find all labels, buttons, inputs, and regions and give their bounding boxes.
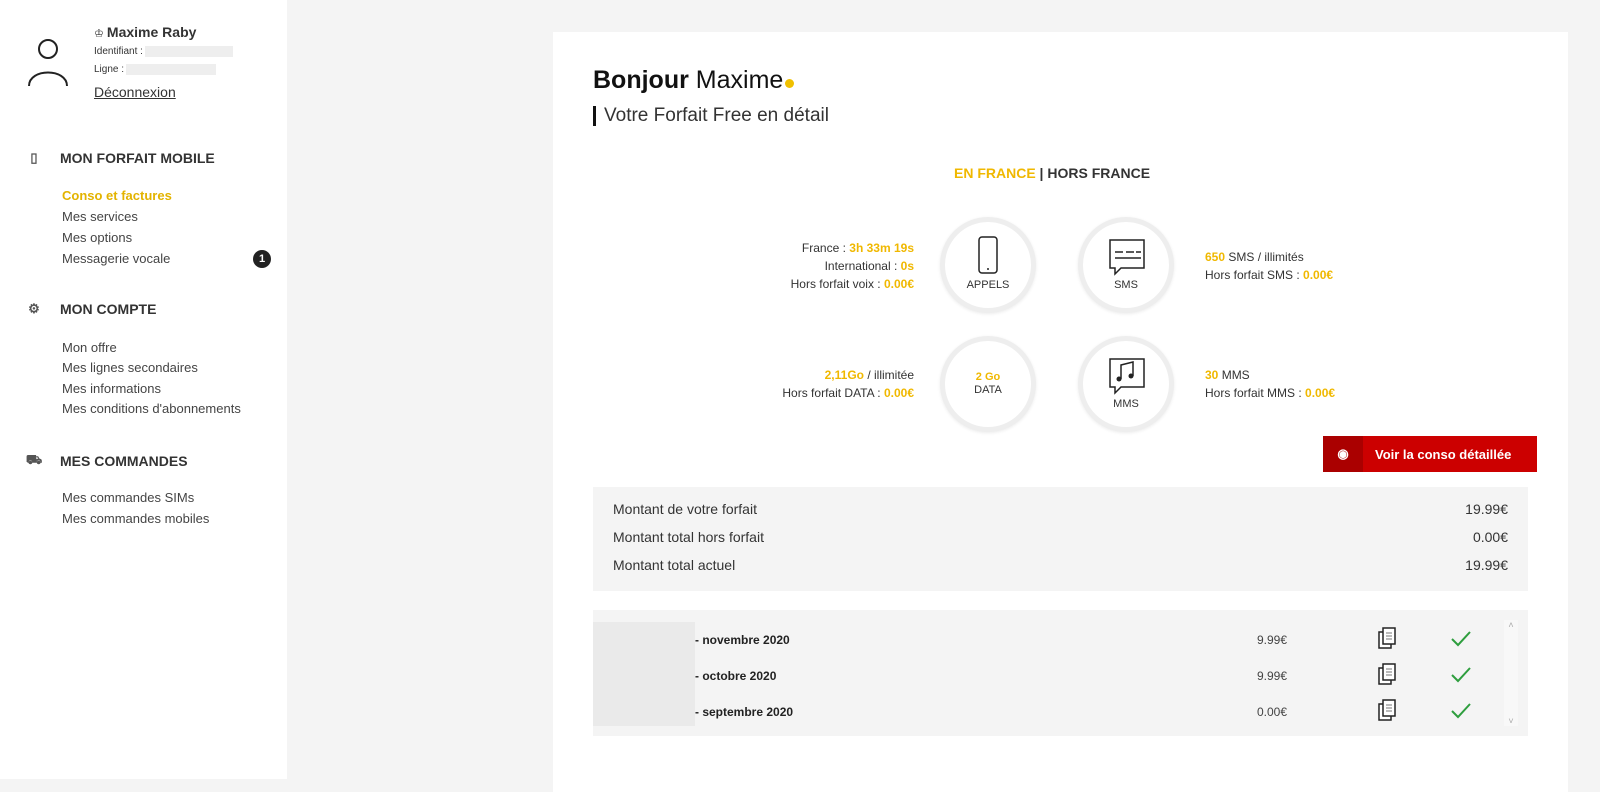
- sidebar-item-options[interactable]: Mes options: [62, 230, 132, 245]
- sidebar-item-lignes[interactable]: Mes lignes secondaires: [62, 360, 198, 375]
- totals-panel: Montant de votre forfait19.99€ Montant t…: [593, 487, 1528, 591]
- invoice-document-icon[interactable]: [1377, 627, 1397, 651]
- crown-icon: ♔: [94, 28, 107, 40]
- main-card: Bonjour Maxime Votre Forfait Free en dét…: [553, 32, 1568, 792]
- sidebar: ♔ Maxime Raby Identifiant : Ligne : Déco…: [0, 0, 287, 779]
- sidebar-item-services[interactable]: Mes services: [62, 209, 138, 224]
- calls-circle: APPELS: [940, 217, 1036, 313]
- sidebar-item-commandes-sims[interactable]: Mes commandes SIMs: [62, 490, 194, 505]
- paid-check-icon: [1449, 701, 1473, 721]
- sms-info: 650 SMS / illimités Hors forfait SMS : 0…: [1205, 248, 1333, 284]
- sidebar-item-commandes-mobiles[interactable]: Mes commandes mobiles: [62, 511, 209, 526]
- invoice-history: - novembre 20209.99€ - octobre 20209.99€…: [593, 610, 1528, 736]
- sidebar-item-conso-factures[interactable]: Conso et factures: [62, 188, 172, 203]
- scroll-down-icon: ˅: [1504, 716, 1518, 726]
- truck-icon: ⛟: [24, 452, 44, 470]
- data-circle: 2 GoDATA: [940, 336, 1036, 432]
- section-mes-commandes: ⛟MES COMMANDES: [24, 452, 188, 470]
- voicemail-badge: 1: [253, 250, 271, 268]
- mms-info: 30 MMS Hors forfait MMS : 0.00€: [1205, 366, 1335, 402]
- invoice-row: - novembre 20209.99€: [593, 625, 1493, 655]
- invoice-row: - septembre 20200.00€: [593, 697, 1493, 727]
- sms-circle: SMS: [1078, 217, 1174, 313]
- history-scrollbar[interactable]: ˄˅: [1504, 620, 1518, 726]
- identifier: Identifiant :: [94, 46, 233, 57]
- sim-card-icon: ▯: [24, 150, 44, 166]
- tab-hors-france[interactable]: HORS FRANCE: [1047, 165, 1150, 181]
- paid-check-icon: [1449, 629, 1473, 649]
- sidebar-item-messagerie[interactable]: Messagerie vocale: [62, 251, 170, 266]
- invoice-row: - octobre 20209.99€: [593, 661, 1493, 691]
- total-row: Montant total hors forfait0.00€: [613, 527, 1508, 555]
- invoice-document-icon[interactable]: [1377, 699, 1397, 723]
- page-title: Bonjour Maxime: [593, 66, 794, 95]
- line: Ligne :: [94, 64, 216, 75]
- region-tabs: EN FRANCE | HORS FRANCE: [954, 165, 1150, 181]
- user-name: ♔ Maxime Raby: [94, 24, 196, 40]
- identifier-redacted: [145, 46, 233, 57]
- total-row: Montant de votre forfait19.99€: [613, 499, 1508, 527]
- detailed-consumption-button[interactable]: ◉Voir la conso détaillée: [1323, 436, 1537, 472]
- sidebar-item-offre[interactable]: Mon offre: [62, 340, 117, 355]
- sidebar-item-informations[interactable]: Mes informations: [62, 381, 161, 396]
- phone-icon: [969, 234, 1007, 280]
- tab-en-france[interactable]: EN FRANCE: [954, 165, 1036, 181]
- paid-check-icon: [1449, 665, 1473, 685]
- mms-circle: MMS: [1078, 336, 1174, 432]
- sidebar-item-conditions[interactable]: Mes conditions d'abonnements: [62, 401, 241, 416]
- section-mon-forfait-mobile: ▯MON FORFAIT MOBILE: [24, 150, 215, 166]
- eye-icon: ◉: [1323, 436, 1363, 472]
- user-avatar-icon: [26, 38, 70, 88]
- logout-link[interactable]: Déconnexion: [94, 84, 176, 100]
- music-note-icon: [1107, 353, 1147, 399]
- data-info: 2,11Go / illimitée Hors forfait DATA : 0…: [782, 366, 914, 402]
- accent-dot: [785, 79, 794, 88]
- page-subtitle: Votre Forfait Free en détail: [593, 106, 829, 126]
- total-row: Montant total actuel19.99€: [613, 555, 1508, 583]
- sms-icon: [1107, 234, 1147, 280]
- scroll-up-icon: ˄: [1504, 620, 1518, 630]
- section-mon-compte: ⚙MON COMPTE: [24, 301, 156, 317]
- gear-icon: ⚙: [24, 301, 44, 317]
- line-redacted: [126, 64, 216, 75]
- calls-info: France : 3h 33m 19s International : 0s H…: [791, 239, 914, 293]
- invoice-document-icon[interactable]: [1377, 663, 1397, 687]
